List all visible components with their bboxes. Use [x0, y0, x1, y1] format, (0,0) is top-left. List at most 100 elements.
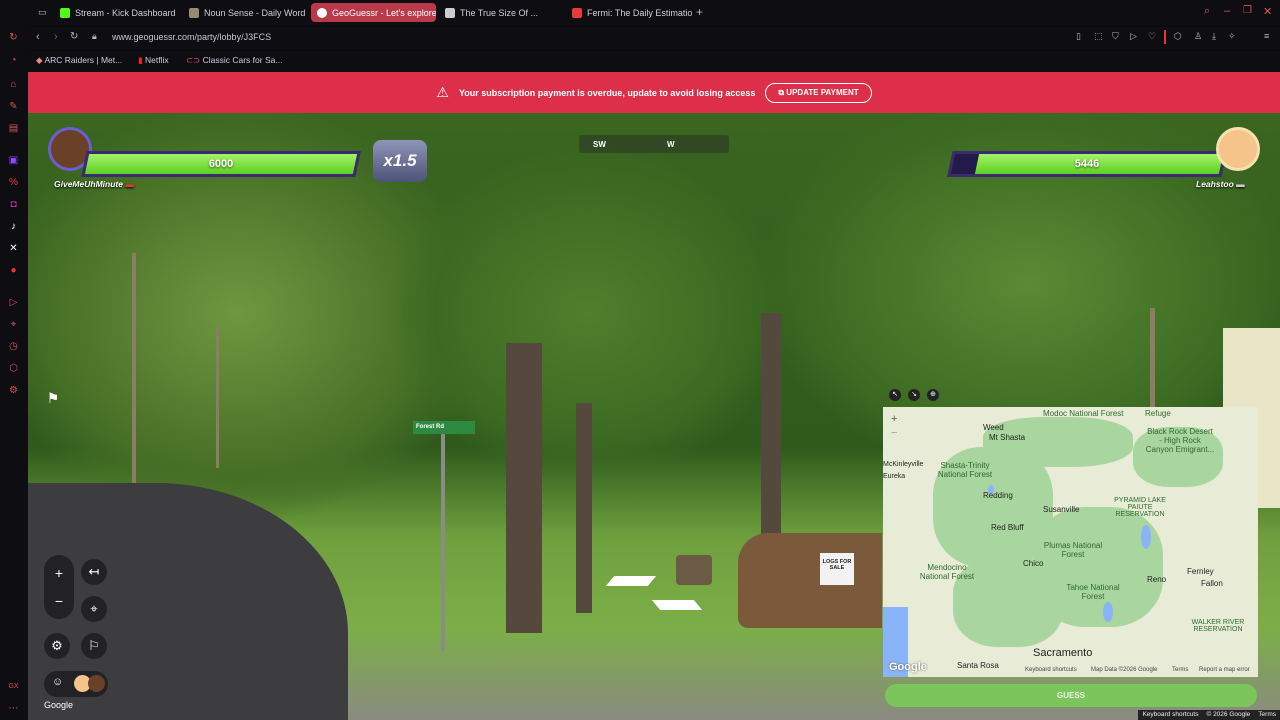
bookmark-classic-cars[interactable]: ⊂⊃ Classic Cars for Sa... [186, 55, 282, 66]
copyright-text: © 2026 Google [1206, 711, 1251, 718]
warning-icon: ⚠ [436, 84, 449, 100]
player-right-healthbar: 5446 [947, 151, 1227, 177]
bookmark-arc-raiders[interactable]: ◆ ARC Raiders | Met... [36, 55, 122, 66]
ai-icon[interactable]: ✧ [1228, 31, 1236, 42]
stump [676, 555, 712, 585]
damage-multiplier: x1.5 [373, 140, 427, 182]
browser-sidebar: ◎ ↻ ◔ ⌂ ✎ ▤ ▣ % ◘ ♪ ✕ ● ▷ ⌖ ◷ ⬡ ⚙ GX ⋯ [0, 7, 28, 720]
bookmark-netflix[interactable]: ▮ Netflix [138, 55, 169, 66]
reload-side-icon[interactable]: ↻ [8, 32, 19, 43]
chat-player-button[interactable]: ☺ [44, 671, 108, 697]
bag-icon[interactable]: ⌂ [8, 79, 19, 90]
profile-icon[interactable]: ♙ [1194, 31, 1202, 42]
minimize-icon[interactable]: – [1224, 5, 1230, 17]
tab-menu-icon[interactable]: ▭ [38, 7, 47, 18]
percent-icon[interactable]: % [8, 177, 19, 188]
map-data-credit: Map Data ©2026 Google [1091, 667, 1158, 673]
url-field[interactable]: www.geoguessr.com/party/lobby/J3FCS [112, 32, 271, 42]
map-label-shasta-trinity: Shasta-Trinity National Forest [937, 461, 993, 479]
instagram-icon[interactable]: ◘ [8, 199, 19, 210]
map-pin-icon[interactable]: ⊕ [927, 389, 939, 401]
tab-geoguessr[interactable]: GeoGuessr - Let's explore [311, 3, 436, 22]
address-bar: ‹ › ↻ 🔒︎ www.geoguessr.com/party/lobby/J… [28, 27, 1280, 49]
bookmarks-bar: ◆ ARC Raiders | Met... ▮ Netflix ⊂⊃ Clas… [28, 51, 1280, 71]
update-payment-button[interactable]: ⧉ UPDATE PAYMENT [765, 82, 872, 103]
people-icon: ☺ [52, 676, 64, 688]
map-label-weed: Weed [983, 423, 1004, 432]
x-icon[interactable]: ✕ [8, 243, 19, 254]
utility-pole [132, 253, 136, 483]
settings-button[interactable]: ⚙ [44, 633, 70, 659]
play-side-icon[interactable]: ▷ [8, 297, 19, 308]
map-label-fernley: Fernley [1187, 567, 1214, 576]
back-icon[interactable]: ‹ [36, 31, 40, 43]
guess-map[interactable]: + − Modoc National Forest Refuge Weed Mt… [883, 407, 1258, 677]
guess-button[interactable]: GUESS [885, 684, 1257, 707]
shield-icon[interactable]: ⛉ [1112, 31, 1119, 42]
maximize-icon[interactable]: ❐ [1243, 5, 1252, 16]
map-expand-icon[interactable]: ↖ [889, 389, 901, 401]
reload-icon[interactable]: ↻ [70, 31, 78, 42]
more-icon[interactable]: ⋯ [8, 703, 19, 714]
heart-icon[interactable]: ♡ [1148, 31, 1156, 42]
player-right-name: Leahstoo ▬ [1196, 179, 1245, 189]
player-left-name: GiveMeUhMinute ▬ [54, 179, 134, 189]
tab-noun-sense[interactable]: Noun Sense - Daily Word [183, 3, 309, 22]
report-icon[interactable]: ⚑ [40, 385, 66, 411]
pin-side-icon[interactable]: ⌖ [8, 319, 19, 330]
extensions-icon[interactable]: ⬡ [1174, 31, 1182, 42]
forest-area [983, 417, 1133, 467]
settings-side-icon[interactable]: ⚙ [8, 385, 19, 396]
cube-icon[interactable]: ⬡ [8, 363, 19, 374]
terms-link[interactable]: Terms [1258, 711, 1276, 719]
map-terms[interactable]: Terms [1172, 667, 1188, 673]
tab-true-size[interactable]: The True Size Of ... [439, 3, 565, 22]
zoom-in-button[interactable]: + [46, 560, 72, 586]
snapshot-icon[interactable]: ⬚ [1094, 31, 1103, 42]
keyboard-shortcuts-link[interactable]: Keyboard shortcuts [1142, 711, 1198, 719]
menu-icon[interactable]: ≡ [1264, 31, 1269, 41]
search-icon[interactable]: ⌕ [1204, 5, 1210, 18]
zoom-out-button[interactable]: − [46, 588, 72, 614]
bot-icon[interactable]: ● [8, 265, 19, 276]
tab-kick[interactable]: Stream - Kick Dashboard [54, 3, 180, 22]
edit-icon[interactable]: ✎ [8, 101, 19, 112]
undo-move-button[interactable]: ↤ [81, 559, 107, 585]
map-label-black-rock: Black Rock Desert - High Rock Canyon Emi… [1145, 427, 1215, 454]
street-view-panorama[interactable]: Forest Rd LOGS FOR SALE 6000 GiveMeUhMin… [28, 113, 1280, 720]
mail-icon[interactable]: ▤ [8, 123, 19, 134]
move-arrow[interactable] [651, 600, 703, 610]
map-label-mendocino: Mendocino National Forest [919, 563, 975, 581]
map-zoom-out[interactable]: − [891, 427, 897, 439]
history-icon[interactable]: ◔ [8, 55, 19, 66]
download-icon[interactable]: ⤓ [1212, 31, 1216, 42]
map-shrink-icon[interactable]: ↘ [908, 389, 920, 401]
for-sale-sign: LOGS FOR SALE [820, 553, 854, 585]
bookmark-icon[interactable]: ▯ [1076, 31, 1081, 42]
flag-button[interactable]: ⚐ [81, 633, 107, 659]
tab-bar: ▭ Stream - Kick Dashboard Noun Sense - D… [0, 0, 1280, 25]
new-tab-icon[interactable]: + [696, 5, 703, 19]
gx-icon[interactable]: GX [8, 681, 19, 692]
twitch-icon[interactable]: ▣ [8, 155, 19, 166]
forward-icon[interactable]: › [54, 31, 58, 43]
return-to-start-button[interactable]: ⌖ [81, 596, 107, 622]
close-icon[interactable]: ✕ [1263, 5, 1272, 18]
clock-icon[interactable]: ◷ [8, 341, 19, 352]
tab-fermi[interactable]: Fermi: The Daily Estimation [566, 3, 692, 22]
map-label-mt-shasta: Mt Shasta [989, 433, 1026, 442]
tree-trunk [506, 343, 542, 633]
map-label-sacramento: Sacramento [1033, 647, 1093, 659]
lake [1141, 525, 1151, 549]
play-icon[interactable]: ▷ [1130, 31, 1137, 42]
map-label-refuge: Refuge [1145, 409, 1171, 418]
map-report-error[interactable]: Report a map error [1199, 667, 1250, 673]
map-label-eureka: Eureka [883, 473, 906, 480]
tiktok-icon[interactable]: ♪ [8, 221, 19, 232]
utility-pole [216, 328, 219, 468]
map-zoom-in[interactable]: + [891, 413, 897, 425]
mini-avatar [88, 675, 105, 692]
lock-icon: 🔒︎ [92, 31, 97, 41]
move-arrow[interactable] [605, 576, 657, 586]
map-keyboard-shortcuts[interactable]: Keyboard shortcuts [1025, 667, 1077, 673]
